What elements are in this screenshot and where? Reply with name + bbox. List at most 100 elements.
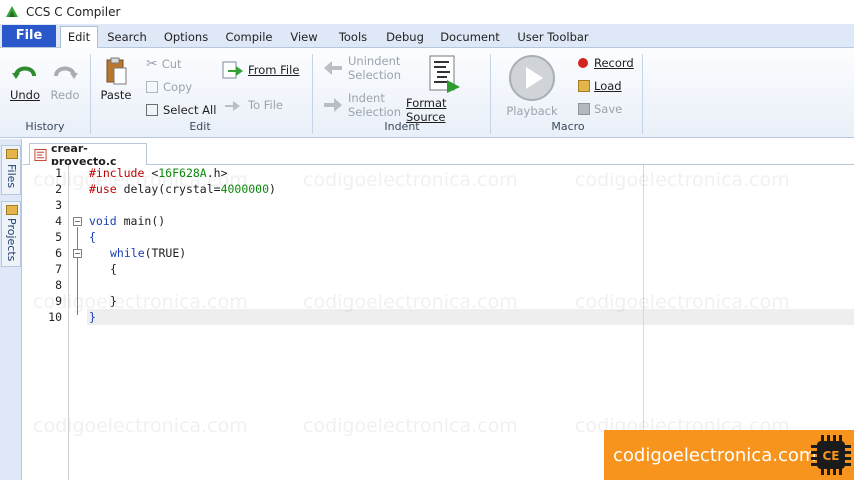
to-file-label: To File — [248, 98, 284, 112]
playback-button[interactable]: Playback — [504, 54, 560, 118]
unindent-label-line1: Unindent — [348, 54, 401, 68]
code-line-6: while(TRUE) — [110, 246, 187, 260]
load-label: Load — [594, 79, 622, 93]
fold-toggle-icon[interactable]: − — [73, 217, 82, 226]
save-macro-button[interactable]: Save — [578, 101, 622, 117]
line-number-gutter: 1 2 3 4 5 6 7 8 9 10 — [23, 165, 69, 480]
ribbon-panel: Undo Redo History Paste ✂ Cut Copy Selec… — [0, 48, 854, 138]
record-icon — [578, 58, 588, 68]
undo-button[interactable]: Undo — [8, 58, 42, 102]
copy-label: Copy — [163, 80, 193, 94]
line-number: 3 — [55, 198, 62, 212]
code-line-9: } — [110, 294, 117, 308]
chip-logo-icon: CE — [811, 435, 851, 475]
indent-selection-button[interactable]: Indent Selection — [322, 91, 401, 119]
tab-debug[interactable]: Debug — [384, 27, 426, 48]
unindent-icon — [324, 61, 342, 75]
tab-file[interactable]: File — [2, 25, 56, 47]
floppy-disk-icon — [578, 103, 590, 115]
tab-search[interactable]: Search — [104, 27, 150, 48]
document-tab-filename: crear-proyecto.c — [51, 141, 117, 168]
from-file-icon — [222, 61, 243, 79]
play-icon — [509, 55, 555, 101]
format-source-icon — [429, 55, 460, 93]
code-line-5: { — [89, 230, 96, 244]
line-number: 2 — [55, 182, 62, 196]
undo-label: Undo — [9, 88, 41, 102]
to-file-icon — [225, 101, 240, 111]
window-title: CCS C Compiler — [26, 5, 121, 19]
code-line-4: void main() — [89, 214, 166, 228]
line-number: 7 — [55, 262, 62, 276]
group-macro-label: Macro — [551, 120, 585, 133]
line-number: 9 — [55, 294, 62, 308]
group-indent-label: Indent — [384, 120, 420, 133]
project-folder-icon — [6, 205, 18, 215]
tab-user-toolbar[interactable]: User Toolbar — [514, 27, 592, 48]
paste-icon — [106, 57, 127, 85]
tab-compile[interactable]: Compile — [222, 27, 276, 48]
save-macro-label: Save — [594, 102, 623, 116]
ribbon-separator — [490, 54, 491, 134]
record-button[interactable]: Record — [578, 55, 634, 71]
line-number: 10 — [48, 310, 62, 324]
unindent-selection-button[interactable]: Unindent Selection — [322, 54, 401, 82]
code-line-1: #include <16F628A.h> — [89, 166, 228, 180]
brand-banner: codigoelectronica.com CE — [604, 430, 854, 480]
document-tab-bar: crear-proyecto.c — [23, 139, 854, 168]
redo-button[interactable]: Redo — [48, 58, 82, 102]
side-tab-projects[interactable]: Projects — [1, 201, 21, 267]
line-number: 4 — [55, 214, 62, 228]
tab-options[interactable]: Options — [160, 27, 212, 48]
svg-text:CE: CE — [822, 449, 839, 463]
from-file-button[interactable]: From File — [222, 60, 299, 80]
folder-icon — [6, 149, 18, 159]
paste-button[interactable]: Paste — [100, 56, 132, 102]
line-number: 5 — [55, 230, 62, 244]
line-number: 1 — [55, 166, 62, 180]
brand-text: codigoelectronica.com — [613, 444, 817, 466]
code-line-2: #use delay(crystal=4000000) — [89, 182, 276, 196]
tab-document[interactable]: Document — [439, 27, 501, 48]
tab-edit[interactable]: Edit — [60, 26, 98, 49]
undo-icon — [12, 66, 36, 79]
code-line-7: { — [110, 262, 117, 276]
paste-label: Paste — [100, 88, 132, 102]
line-number: 6 — [55, 246, 62, 260]
watermark-text: codigoelectronica.com — [575, 169, 790, 191]
load-button[interactable]: Load — [578, 78, 622, 94]
title-bar: CCS C Compiler — [0, 0, 854, 24]
code-line-10: } — [89, 310, 96, 324]
document-tab[interactable]: crear-proyecto.c — [29, 141, 147, 168]
select-all-button[interactable]: Select All — [146, 102, 216, 118]
side-tab-files[interactable]: Files — [1, 145, 21, 195]
indent-label-line1: Indent — [348, 91, 385, 105]
group-edit-label: Edit — [189, 120, 211, 133]
indent-icon — [324, 98, 342, 112]
folder-icon — [578, 80, 590, 92]
to-file-button[interactable]: To File — [222, 95, 283, 115]
fold-margin: − − — [70, 165, 86, 480]
select-all-label: Select All — [163, 103, 217, 117]
playback-label: Playback — [506, 104, 558, 118]
record-label: Record — [594, 56, 634, 70]
unindent-label-line2: Selection — [348, 68, 401, 82]
copy-button[interactable]: Copy — [146, 79, 192, 95]
group-history-label: History — [25, 120, 65, 133]
format-source-button[interactable]: Format Source — [406, 54, 482, 124]
c-source-file-icon — [34, 148, 47, 161]
side-panel: Files Projects — [0, 139, 22, 480]
tab-tools[interactable]: Tools — [334, 27, 372, 48]
ribbon-separator — [90, 54, 91, 134]
from-file-label: From File — [248, 63, 300, 77]
watermark-text: codigoelectronica.com — [303, 169, 518, 191]
fold-toggle-icon[interactable]: − — [73, 249, 82, 258]
ribbon-separator — [642, 54, 643, 134]
tab-view[interactable]: View — [287, 27, 321, 48]
cut-button[interactable]: ✂ Cut — [146, 56, 182, 72]
indent-label-line2: Selection — [348, 105, 401, 119]
select-all-icon — [146, 104, 158, 116]
current-line-highlight — [87, 309, 854, 325]
ribbon-tab-row: File Edit Search Options Compile View To… — [0, 24, 854, 49]
line-number: 8 — [55, 278, 62, 292]
